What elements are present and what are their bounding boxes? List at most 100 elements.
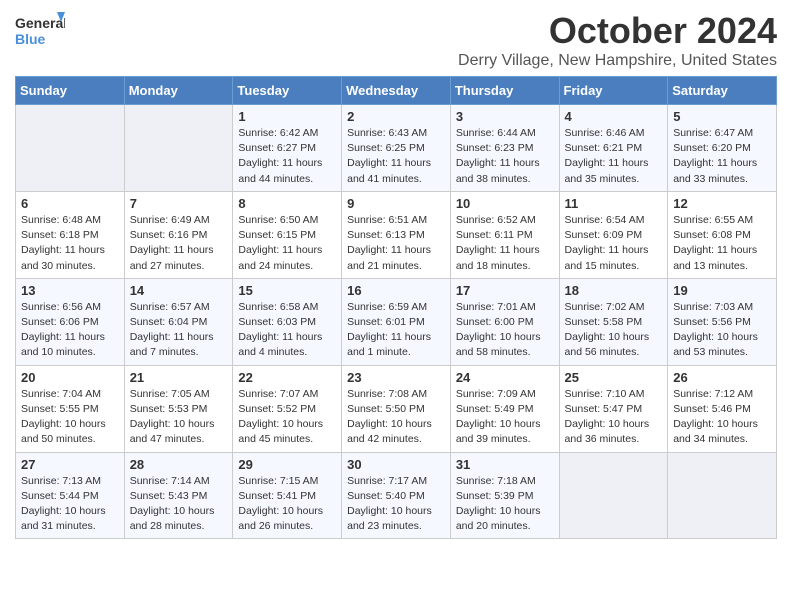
day-info: Sunrise: 6:57 AM Sunset: 6:04 PM Dayligh…	[130, 300, 228, 361]
calendar-cell: 10 Sunrise: 6:52 AM Sunset: 6:11 PM Dayli…	[450, 191, 559, 278]
calendar-week-row: 13 Sunrise: 6:56 AM Sunset: 6:06 PM Dayli…	[16, 278, 777, 365]
header-sunday: Sunday	[16, 77, 125, 105]
calendar-week-row: 20Sunrise: 7:04 AM Sunset: 5:55 PM Dayli…	[16, 365, 777, 452]
calendar-cell: 7 Sunrise: 6:49 AM Sunset: 6:16 PM Daylig…	[124, 191, 233, 278]
calendar-cell: 12Sunrise: 6:55 AM Sunset: 6:08 PM Dayli…	[668, 191, 777, 278]
day-number: 18	[565, 283, 663, 298]
title-block: October 2024 Derry Village, New Hampshir…	[458, 10, 777, 70]
header-thursday: Thursday	[450, 77, 559, 105]
day-info: Sunrise: 7:13 AM Sunset: 5:44 PM Dayligh…	[21, 474, 119, 535]
calendar-header-row: SundayMondayTuesdayWednesdayThursdayFrid…	[16, 77, 777, 105]
day-info: Sunrise: 7:15 AM Sunset: 5:41 PM Dayligh…	[238, 474, 336, 535]
day-info: Sunrise: 7:04 AM Sunset: 5:55 PM Dayligh…	[21, 387, 119, 448]
day-info: Sunrise: 6:51 AM Sunset: 6:13 PM Dayligh…	[347, 213, 445, 274]
day-number: 24	[456, 370, 554, 385]
header-monday: Monday	[124, 77, 233, 105]
day-info: Sunrise: 6:54 AM Sunset: 6:09 PM Dayligh…	[565, 213, 663, 274]
calendar-cell: 28 Sunrise: 7:14 AM Sunset: 5:43 PM Dayli…	[124, 452, 233, 539]
calendar-cell: 31Sunrise: 7:18 AM Sunset: 5:39 PM Dayli…	[450, 452, 559, 539]
day-number: 22	[238, 370, 336, 385]
day-number: 8	[238, 196, 336, 211]
calendar-cell: 16Sunrise: 6:59 AM Sunset: 6:01 PM Dayli…	[342, 278, 451, 365]
logo: GeneralBlue	[15, 10, 65, 50]
calendar-cell: 4 Sunrise: 6:46 AM Sunset: 6:21 PM Daylig…	[559, 105, 668, 192]
day-number: 30	[347, 457, 445, 472]
header-friday: Friday	[559, 77, 668, 105]
calendar-cell: 18Sunrise: 7:02 AM Sunset: 5:58 PM Dayli…	[559, 278, 668, 365]
day-number: 2	[347, 109, 445, 124]
day-number: 7	[130, 196, 228, 211]
header-saturday: Saturday	[668, 77, 777, 105]
calendar-cell: 13 Sunrise: 6:56 AM Sunset: 6:06 PM Dayli…	[16, 278, 125, 365]
calendar-cell	[668, 452, 777, 539]
day-info: Sunrise: 7:12 AM Sunset: 5:46 PM Dayligh…	[673, 387, 771, 448]
day-number: 11	[565, 196, 663, 211]
day-number: 21	[130, 370, 228, 385]
calendar-cell: 24 Sunrise: 7:09 AM Sunset: 5:49 PM Dayli…	[450, 365, 559, 452]
day-info: Sunrise: 6:56 AM Sunset: 6:06 PM Dayligh…	[21, 300, 119, 361]
day-number: 15	[238, 283, 336, 298]
day-number: 10	[456, 196, 554, 211]
calendar-cell: 25 Sunrise: 7:10 AM Sunset: 5:47 PM Dayli…	[559, 365, 668, 452]
day-info: Sunrise: 6:43 AM Sunset: 6:25 PM Dayligh…	[347, 126, 445, 187]
day-info: Sunrise: 7:14 AM Sunset: 5:43 PM Dayligh…	[130, 474, 228, 535]
day-number: 31	[456, 457, 554, 472]
calendar-week-row: 1Sunrise: 6:42 AM Sunset: 6:27 PM Daylig…	[16, 105, 777, 192]
calendar-cell: 6Sunrise: 6:48 AM Sunset: 6:18 PM Daylig…	[16, 191, 125, 278]
day-info: Sunrise: 7:09 AM Sunset: 5:49 PM Dayligh…	[456, 387, 554, 448]
day-number: 26	[673, 370, 771, 385]
location-title: Derry Village, New Hampshire, United Sta…	[458, 52, 777, 70]
day-number: 9	[347, 196, 445, 211]
day-info: Sunrise: 6:50 AM Sunset: 6:15 PM Dayligh…	[238, 213, 336, 274]
day-number: 17	[456, 283, 554, 298]
header-tuesday: Tuesday	[233, 77, 342, 105]
calendar-cell: 5Sunrise: 6:47 AM Sunset: 6:20 PM Daylig…	[668, 105, 777, 192]
calendar-week-row: 27 Sunrise: 7:13 AM Sunset: 5:44 PM Dayli…	[16, 452, 777, 539]
day-info: Sunrise: 6:55 AM Sunset: 6:08 PM Dayligh…	[673, 213, 771, 274]
day-info: Sunrise: 6:49 AM Sunset: 6:16 PM Dayligh…	[130, 213, 228, 274]
calendar-cell	[559, 452, 668, 539]
day-info: Sunrise: 6:42 AM Sunset: 6:27 PM Dayligh…	[238, 126, 336, 187]
day-info: Sunrise: 7:10 AM Sunset: 5:47 PM Dayligh…	[565, 387, 663, 448]
svg-text:Blue: Blue	[15, 31, 46, 47]
calendar-cell: 11 Sunrise: 6:54 AM Sunset: 6:09 PM Dayli…	[559, 191, 668, 278]
day-number: 4	[565, 109, 663, 124]
calendar-cell: 14 Sunrise: 6:57 AM Sunset: 6:04 PM Dayli…	[124, 278, 233, 365]
calendar-cell: 2 Sunrise: 6:43 AM Sunset: 6:25 PM Daylig…	[342, 105, 451, 192]
calendar-cell: 8 Sunrise: 6:50 AM Sunset: 6:15 PM Daylig…	[233, 191, 342, 278]
day-number: 5	[673, 109, 771, 124]
day-info: Sunrise: 7:03 AM Sunset: 5:56 PM Dayligh…	[673, 300, 771, 361]
day-number: 3	[456, 109, 554, 124]
day-number: 13	[21, 283, 119, 298]
month-title: October 2024	[458, 10, 777, 52]
calendar-cell: 9 Sunrise: 6:51 AM Sunset: 6:13 PM Daylig…	[342, 191, 451, 278]
day-number: 23	[347, 370, 445, 385]
day-number: 14	[130, 283, 228, 298]
day-info: Sunrise: 7:07 AM Sunset: 5:52 PM Dayligh…	[238, 387, 336, 448]
day-number: 25	[565, 370, 663, 385]
day-info: Sunrise: 7:01 AM Sunset: 6:00 PM Dayligh…	[456, 300, 554, 361]
calendar-cell: 29 Sunrise: 7:15 AM Sunset: 5:41 PM Dayli…	[233, 452, 342, 539]
calendar-cell	[124, 105, 233, 192]
calendar-cell: 23 Sunrise: 7:08 AM Sunset: 5:50 PM Dayli…	[342, 365, 451, 452]
calendar-cell: 3 Sunrise: 6:44 AM Sunset: 6:23 PM Daylig…	[450, 105, 559, 192]
day-info: Sunrise: 6:46 AM Sunset: 6:21 PM Dayligh…	[565, 126, 663, 187]
svg-text:General: General	[15, 15, 65, 31]
day-number: 16	[347, 283, 445, 298]
day-number: 6	[21, 196, 119, 211]
calendar-week-row: 6Sunrise: 6:48 AM Sunset: 6:18 PM Daylig…	[16, 191, 777, 278]
day-info: Sunrise: 6:44 AM Sunset: 6:23 PM Dayligh…	[456, 126, 554, 187]
day-info: Sunrise: 6:52 AM Sunset: 6:11 PM Dayligh…	[456, 213, 554, 274]
logo-svg: GeneralBlue	[15, 10, 65, 50]
day-info: Sunrise: 7:08 AM Sunset: 5:50 PM Dayligh…	[347, 387, 445, 448]
header-wednesday: Wednesday	[342, 77, 451, 105]
calendar-cell: 30 Sunrise: 7:17 AM Sunset: 5:40 PM Dayli…	[342, 452, 451, 539]
day-number: 29	[238, 457, 336, 472]
day-number: 28	[130, 457, 228, 472]
day-info: Sunrise: 7:17 AM Sunset: 5:40 PM Dayligh…	[347, 474, 445, 535]
day-number: 27	[21, 457, 119, 472]
calendar-cell: 17 Sunrise: 7:01 AM Sunset: 6:00 PM Dayli…	[450, 278, 559, 365]
calendar-cell: 15Sunrise: 6:58 AM Sunset: 6:03 PM Dayli…	[233, 278, 342, 365]
day-info: Sunrise: 7:05 AM Sunset: 5:53 PM Dayligh…	[130, 387, 228, 448]
calendar-cell: 20Sunrise: 7:04 AM Sunset: 5:55 PM Dayli…	[16, 365, 125, 452]
